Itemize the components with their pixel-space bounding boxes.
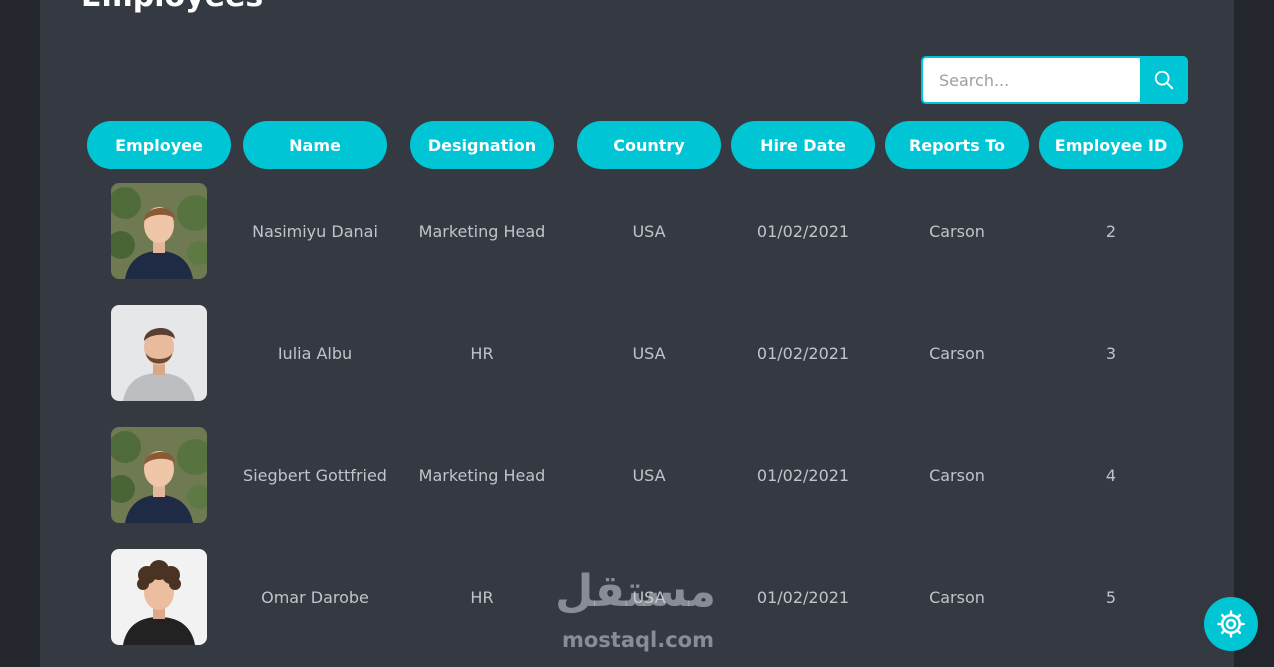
column-header-employee[interactable]: Employee [87, 121, 231, 169]
employee-name: Iulia Albu [277, 343, 353, 363]
column-header-country[interactable]: Country [577, 121, 721, 169]
search-icon [1154, 70, 1174, 90]
employee-country: USA [632, 343, 666, 363]
employee-designation: Marketing Head [418, 465, 546, 485]
main-panel: Employees Employee Name Designation Coun… [40, 0, 1234, 667]
employee-photo [111, 183, 207, 279]
employee-designation: HR [470, 343, 494, 363]
employee-reports-to: Carson [929, 587, 985, 607]
employee-country: USA [632, 587, 666, 607]
page-title: Employees [81, 0, 263, 12]
employee-hire-date: 01/02/2021 [756, 465, 850, 485]
employee-hire-date: 01/02/2021 [756, 587, 850, 607]
employee-reports-to: Carson [929, 343, 985, 363]
employee-country: USA [632, 465, 666, 485]
employee-country: USA [632, 221, 666, 241]
table-row: Iulia Albu HR USA 01/02/2021 Carson 3 [40, 305, 1234, 401]
employee-id: 5 [1105, 587, 1117, 607]
search-button[interactable] [1140, 56, 1188, 104]
column-header-employee-id[interactable]: Employee ID [1039, 121, 1183, 169]
column-header-hire-date[interactable]: Hire Date [731, 121, 875, 169]
employee-hire-date: 01/02/2021 [756, 343, 850, 363]
employee-name: Nasimiyu Danai [252, 221, 378, 241]
employee-reports-to: Carson [929, 465, 985, 485]
gear-icon [1217, 610, 1245, 638]
employee-id: 3 [1105, 343, 1117, 363]
employee-hire-date: 01/02/2021 [756, 221, 850, 241]
settings-button[interactable] [1204, 597, 1258, 651]
employee-designation: HR [470, 587, 494, 607]
employee-reports-to: Carson [929, 221, 985, 241]
search-input[interactable] [921, 56, 1140, 104]
employee-photo [111, 305, 207, 401]
search-box [921, 56, 1188, 104]
employee-photo [111, 427, 207, 523]
table-row: Omar Darobe HR USA 01/02/2021 Carson 5 [40, 549, 1234, 645]
employee-designation: Marketing Head [418, 221, 546, 241]
table-row: Nasimiyu Danai Marketing Head USA 01/02/… [40, 183, 1234, 279]
employee-photo [111, 549, 207, 645]
column-header-name[interactable]: Name [243, 121, 387, 169]
employee-id: 2 [1105, 221, 1117, 241]
table-row: Siegbert Gottfried Marketing Head USA 01… [40, 427, 1234, 523]
column-header-designation[interactable]: Designation [410, 121, 554, 169]
employee-name: Siegbert Gottfried [243, 465, 387, 485]
employee-id: 4 [1105, 465, 1117, 485]
column-header-reports-to[interactable]: Reports To [885, 121, 1029, 169]
employee-name: Omar Darobe [261, 587, 369, 607]
